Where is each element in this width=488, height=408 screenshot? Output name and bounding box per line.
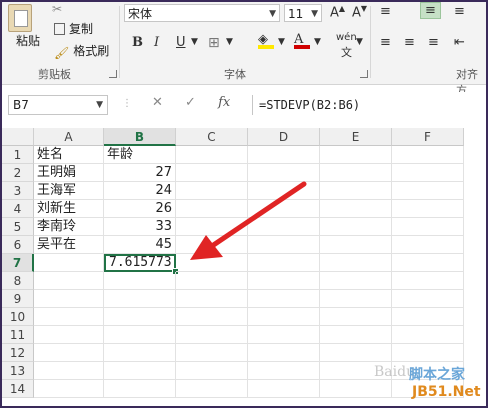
site-name-watermark: 脚本之家 <box>409 367 465 383</box>
site-url-watermark: JB51.Net <box>412 384 481 400</box>
arrow-shaft <box>209 181 307 249</box>
arrow-head <box>190 235 223 260</box>
excel-window: 粘贴 ✂ 复制 🖌 格式刷 剪贴板 宋体 ▼ 11 ▼ A▲ A▼ B I U ▼… <box>0 0 488 408</box>
annotation-arrow <box>190 181 307 260</box>
